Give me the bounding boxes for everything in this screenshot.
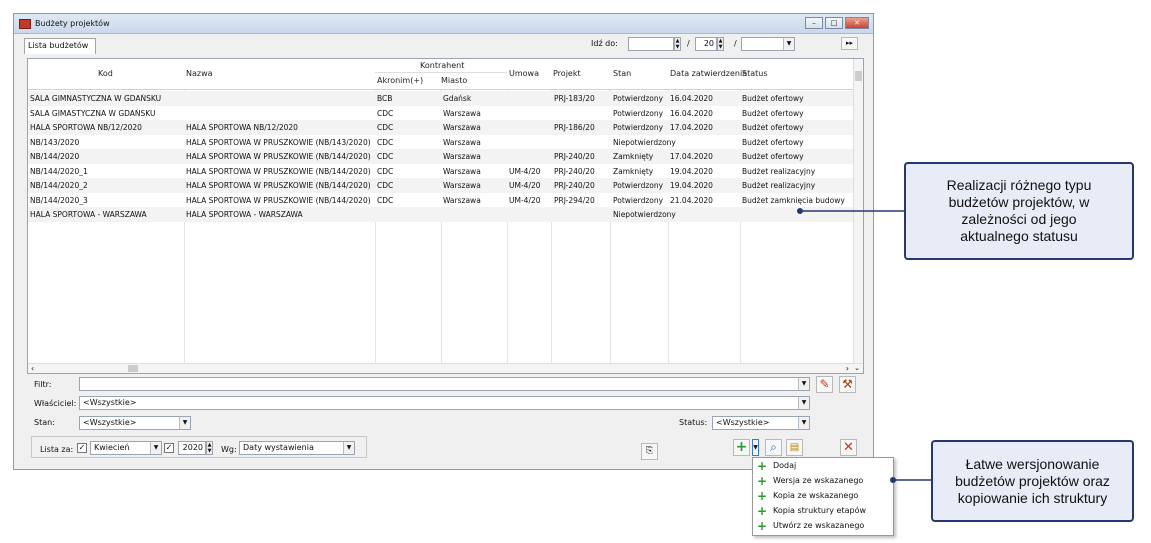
- callout-versioning: Łatwe wersjonowanie budżetów projektów o…: [931, 440, 1134, 522]
- callout-statuses: Realizacji różnego typu budżetów projekt…: [904, 162, 1134, 260]
